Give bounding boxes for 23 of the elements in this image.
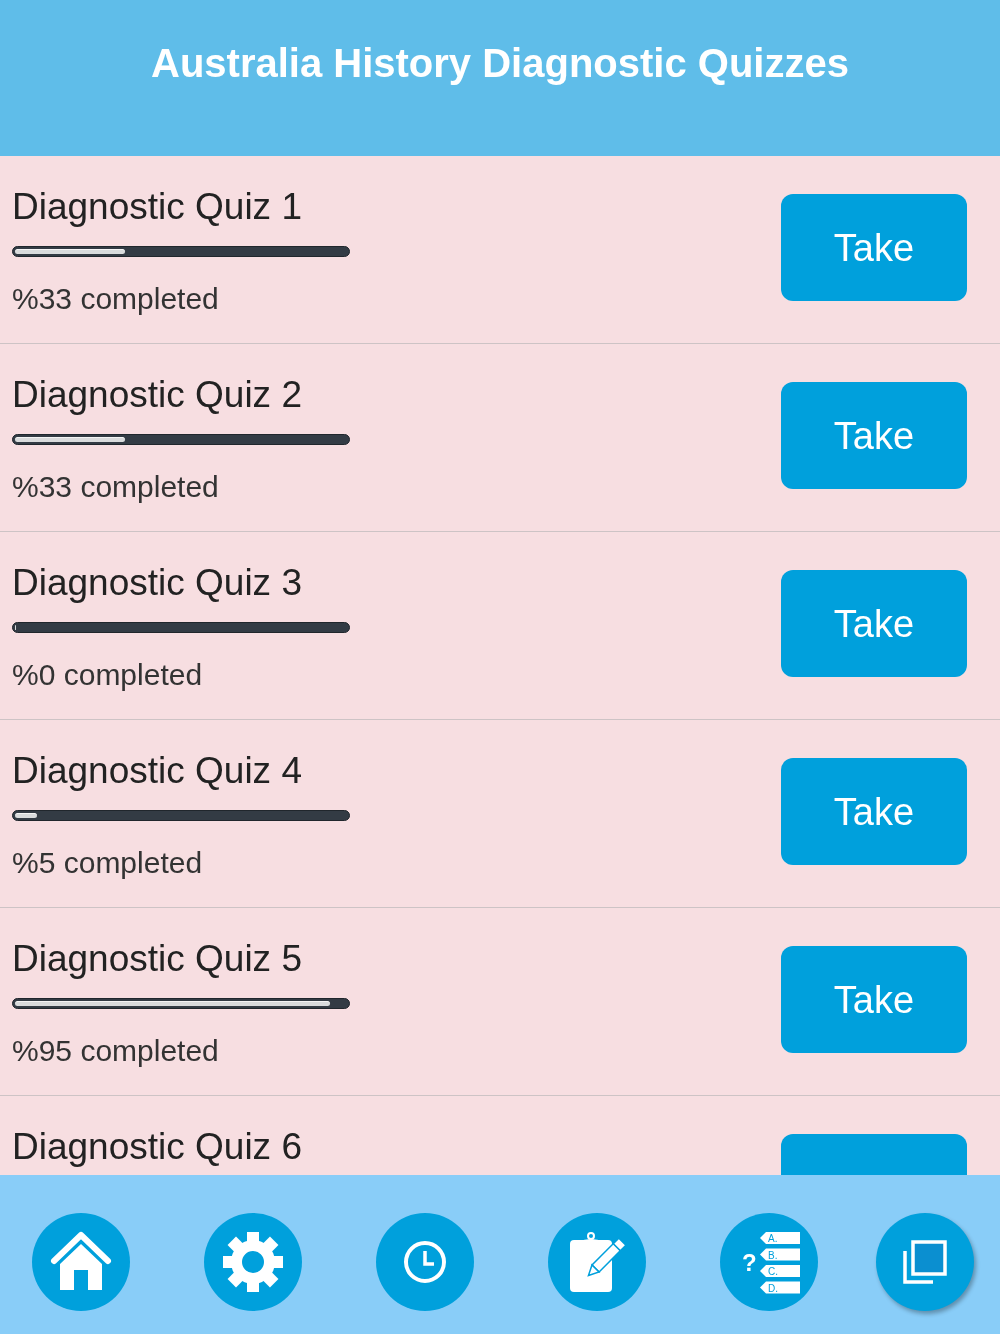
progress-label: %95 completed <box>12 1033 220 1069</box>
progress-label: %33 completed <box>12 469 220 505</box>
progress-label: %0 completed <box>12 657 204 693</box>
progress-label: %5 completed <box>12 845 204 881</box>
quiz-title: Diagnostic Quiz 3 <box>12 561 303 605</box>
quiz-title: Diagnostic Quiz 2 <box>12 373 303 417</box>
take-button[interactable]: Take <box>781 194 967 301</box>
take-button[interactable]: Take <box>781 570 967 677</box>
settings-icon <box>222 1231 284 1293</box>
quiz-title: Diagnostic Quiz 6 <box>12 1125 302 1169</box>
clipboard-pencil-icon <box>568 1230 626 1294</box>
home-icon <box>50 1231 112 1293</box>
progress-label: %33 completed <box>12 281 220 317</box>
take-button[interactable]: Take <box>781 758 967 865</box>
quiz-title: Diagnostic Quiz 1 <box>12 185 303 229</box>
clock-icon <box>403 1240 447 1284</box>
quiz-button[interactable]: ? A. B. C. D. <box>720 1213 818 1311</box>
quiz-title: Diagnostic Quiz 5 <box>12 937 303 981</box>
take-button[interactable]: Take <box>781 382 967 489</box>
quiz-title: Diagnostic Quiz 4 <box>12 749 303 793</box>
take-button[interactable]: Take <box>781 946 967 1053</box>
copy-icon <box>902 1239 948 1285</box>
header-title: Australia History Diagnostic Quizzes <box>151 40 849 87</box>
